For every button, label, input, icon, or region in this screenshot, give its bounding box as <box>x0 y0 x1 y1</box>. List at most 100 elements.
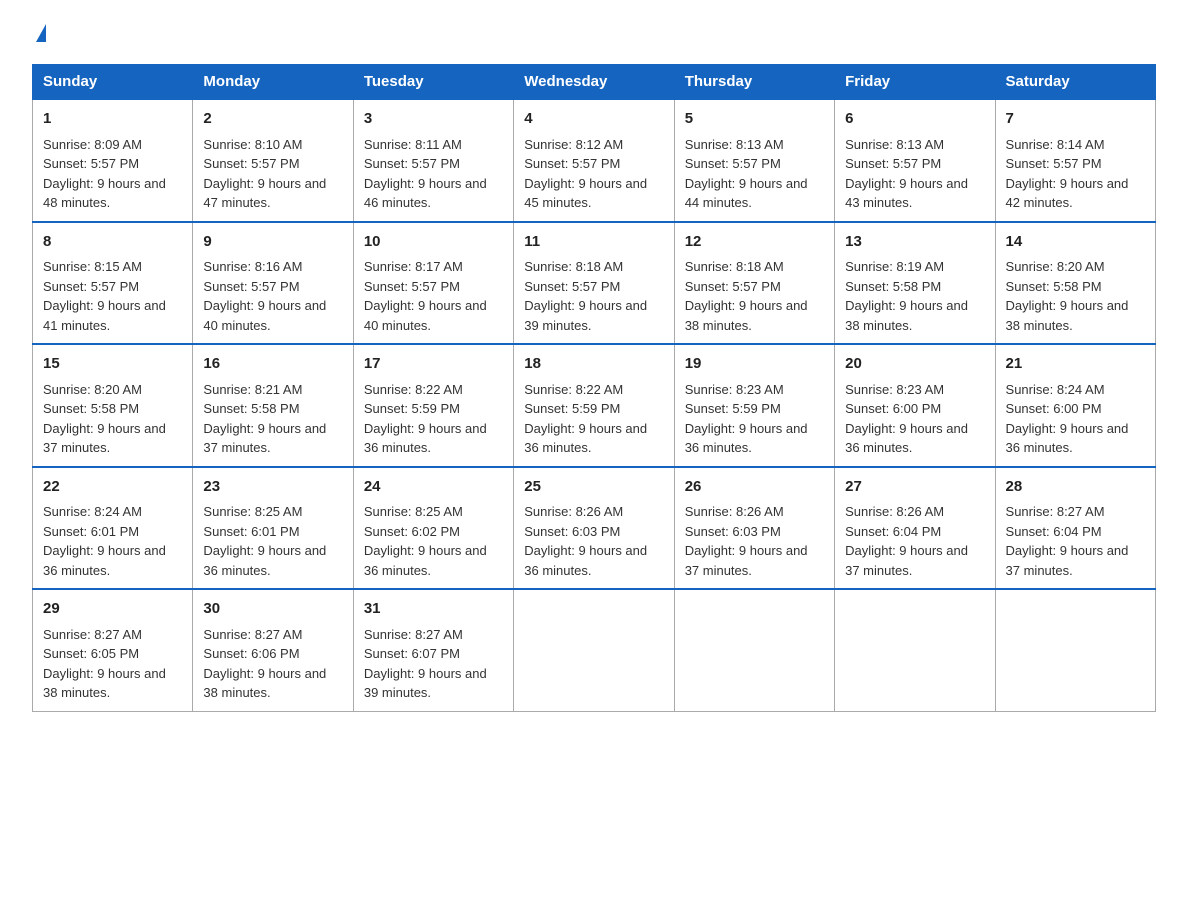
day-cell: 1 Sunrise: 8:09 AMSunset: 5:57 PMDaylight… <box>33 99 193 222</box>
day-info: Sunrise: 8:21 AMSunset: 5:58 PMDaylight:… <box>203 380 342 458</box>
day-cell: 27 Sunrise: 8:26 AMSunset: 6:04 PMDayligh… <box>835 467 995 590</box>
day-number: 1 <box>43 108 182 131</box>
day-number: 24 <box>364 476 503 499</box>
day-cell: 17 Sunrise: 8:22 AMSunset: 5:59 PMDayligh… <box>353 344 513 467</box>
week-row-1: 1 Sunrise: 8:09 AMSunset: 5:57 PMDaylight… <box>33 99 1156 222</box>
day-cell: 25 Sunrise: 8:26 AMSunset: 6:03 PMDayligh… <box>514 467 674 590</box>
day-cell: 18 Sunrise: 8:22 AMSunset: 5:59 PMDayligh… <box>514 344 674 467</box>
day-info: Sunrise: 8:20 AMSunset: 5:58 PMDaylight:… <box>43 380 182 458</box>
day-cell: 30 Sunrise: 8:27 AMSunset: 6:06 PMDayligh… <box>193 589 353 711</box>
day-info: Sunrise: 8:13 AMSunset: 5:57 PMDaylight:… <box>845 135 984 213</box>
day-info: Sunrise: 8:09 AMSunset: 5:57 PMDaylight:… <box>43 135 182 213</box>
day-number: 23 <box>203 476 342 499</box>
day-info: Sunrise: 8:18 AMSunset: 5:57 PMDaylight:… <box>685 257 824 335</box>
day-cell: 26 Sunrise: 8:26 AMSunset: 6:03 PMDayligh… <box>674 467 834 590</box>
day-info: Sunrise: 8:18 AMSunset: 5:57 PMDaylight:… <box>524 257 663 335</box>
day-number: 7 <box>1006 108 1145 131</box>
day-cell <box>514 589 674 711</box>
day-info: Sunrise: 8:16 AMSunset: 5:57 PMDaylight:… <box>203 257 342 335</box>
header-cell-tuesday: Tuesday <box>353 65 513 100</box>
day-info: Sunrise: 8:22 AMSunset: 5:59 PMDaylight:… <box>364 380 503 458</box>
day-number: 4 <box>524 108 663 131</box>
day-number: 16 <box>203 353 342 376</box>
day-number: 9 <box>203 231 342 254</box>
header-cell-wednesday: Wednesday <box>514 65 674 100</box>
day-cell: 2 Sunrise: 8:10 AMSunset: 5:57 PMDaylight… <box>193 99 353 222</box>
day-number: 17 <box>364 353 503 376</box>
day-number: 31 <box>364 598 503 621</box>
logo <box>32 24 46 44</box>
day-number: 11 <box>524 231 663 254</box>
day-number: 3 <box>364 108 503 131</box>
header-cell-monday: Monday <box>193 65 353 100</box>
day-cell: 21 Sunrise: 8:24 AMSunset: 6:00 PMDayligh… <box>995 344 1155 467</box>
day-number: 5 <box>685 108 824 131</box>
day-number: 14 <box>1006 231 1145 254</box>
day-info: Sunrise: 8:24 AMSunset: 6:01 PMDaylight:… <box>43 502 182 580</box>
day-cell: 13 Sunrise: 8:19 AMSunset: 5:58 PMDayligh… <box>835 222 995 345</box>
day-cell: 29 Sunrise: 8:27 AMSunset: 6:05 PMDayligh… <box>33 589 193 711</box>
header-cell-sunday: Sunday <box>33 65 193 100</box>
day-number: 6 <box>845 108 984 131</box>
day-info: Sunrise: 8:26 AMSunset: 6:04 PMDaylight:… <box>845 502 984 580</box>
day-cell: 15 Sunrise: 8:20 AMSunset: 5:58 PMDayligh… <box>33 344 193 467</box>
day-number: 30 <box>203 598 342 621</box>
day-info: Sunrise: 8:26 AMSunset: 6:03 PMDaylight:… <box>524 502 663 580</box>
day-cell: 8 Sunrise: 8:15 AMSunset: 5:57 PMDaylight… <box>33 222 193 345</box>
day-number: 18 <box>524 353 663 376</box>
day-number: 25 <box>524 476 663 499</box>
day-info: Sunrise: 8:17 AMSunset: 5:57 PMDaylight:… <box>364 257 503 335</box>
day-cell: 11 Sunrise: 8:18 AMSunset: 5:57 PMDayligh… <box>514 222 674 345</box>
day-number: 13 <box>845 231 984 254</box>
day-cell: 5Sunrise: 8:13 AMSunset: 5:57 PMDaylight… <box>674 99 834 222</box>
day-info: Sunrise: 8:27 AMSunset: 6:06 PMDaylight:… <box>203 625 342 703</box>
header-row: SundayMondayTuesdayWednesdayThursdayFrid… <box>33 65 1156 100</box>
day-cell: 31Sunrise: 8:27 AMSunset: 6:07 PMDayligh… <box>353 589 513 711</box>
day-number: 26 <box>685 476 824 499</box>
day-cell: 14 Sunrise: 8:20 AMSunset: 5:58 PMDayligh… <box>995 222 1155 345</box>
day-info: Sunrise: 8:20 AMSunset: 5:58 PMDaylight:… <box>1006 257 1145 335</box>
day-number: 12 <box>685 231 824 254</box>
week-row-2: 8 Sunrise: 8:15 AMSunset: 5:57 PMDaylight… <box>33 222 1156 345</box>
day-number: 27 <box>845 476 984 499</box>
day-cell <box>674 589 834 711</box>
day-cell <box>995 589 1155 711</box>
day-number: 15 <box>43 353 182 376</box>
day-number: 22 <box>43 476 182 499</box>
header-cell-thursday: Thursday <box>674 65 834 100</box>
day-cell: 12 Sunrise: 8:18 AMSunset: 5:57 PMDayligh… <box>674 222 834 345</box>
day-cell: 10 Sunrise: 8:17 AMSunset: 5:57 PMDayligh… <box>353 222 513 345</box>
header-cell-friday: Friday <box>835 65 995 100</box>
day-number: 20 <box>845 353 984 376</box>
day-info: Sunrise: 8:22 AMSunset: 5:59 PMDaylight:… <box>524 380 663 458</box>
day-cell: 22 Sunrise: 8:24 AMSunset: 6:01 PMDayligh… <box>33 467 193 590</box>
day-info: Sunrise: 8:12 AMSunset: 5:57 PMDaylight:… <box>524 135 663 213</box>
day-info: Sunrise: 8:15 AMSunset: 5:57 PMDaylight:… <box>43 257 182 335</box>
day-number: 2 <box>203 108 342 131</box>
day-number: 8 <box>43 231 182 254</box>
day-cell: 6 Sunrise: 8:13 AMSunset: 5:57 PMDaylight… <box>835 99 995 222</box>
day-number: 28 <box>1006 476 1145 499</box>
day-info: Sunrise: 8:27 AMSunset: 6:04 PMDaylight:… <box>1006 502 1145 580</box>
day-cell: 4 Sunrise: 8:12 AMSunset: 5:57 PMDaylight… <box>514 99 674 222</box>
day-number: 29 <box>43 598 182 621</box>
day-cell: 9 Sunrise: 8:16 AMSunset: 5:57 PMDaylight… <box>193 222 353 345</box>
day-info: Sunrise: 8:10 AMSunset: 5:57 PMDaylight:… <box>203 135 342 213</box>
day-info: Sunrise: 8:24 AMSunset: 6:00 PMDaylight:… <box>1006 380 1145 458</box>
day-info: Sunrise: 8:25 AMSunset: 6:01 PMDaylight:… <box>203 502 342 580</box>
day-info: Sunrise: 8:19 AMSunset: 5:58 PMDaylight:… <box>845 257 984 335</box>
day-number: 21 <box>1006 353 1145 376</box>
day-info: Sunrise: 8:11 AMSunset: 5:57 PMDaylight:… <box>364 135 503 213</box>
day-info: Sunrise: 8:23 AMSunset: 6:00 PMDaylight:… <box>845 380 984 458</box>
week-row-3: 15 Sunrise: 8:20 AMSunset: 5:58 PMDayligh… <box>33 344 1156 467</box>
day-info: Sunrise: 8:27 AMSunset: 6:05 PMDaylight:… <box>43 625 182 703</box>
day-cell: 16 Sunrise: 8:21 AMSunset: 5:58 PMDayligh… <box>193 344 353 467</box>
day-cell: 24Sunrise: 8:25 AMSunset: 6:02 PMDayligh… <box>353 467 513 590</box>
day-cell: 19Sunrise: 8:23 AMSunset: 5:59 PMDayligh… <box>674 344 834 467</box>
day-info: Sunrise: 8:26 AMSunset: 6:03 PMDaylight:… <box>685 502 824 580</box>
day-cell: 7Sunrise: 8:14 AMSunset: 5:57 PMDaylight… <box>995 99 1155 222</box>
page-header <box>32 24 1156 44</box>
day-cell: 3 Sunrise: 8:11 AMSunset: 5:57 PMDaylight… <box>353 99 513 222</box>
day-cell <box>835 589 995 711</box>
day-number: 10 <box>364 231 503 254</box>
